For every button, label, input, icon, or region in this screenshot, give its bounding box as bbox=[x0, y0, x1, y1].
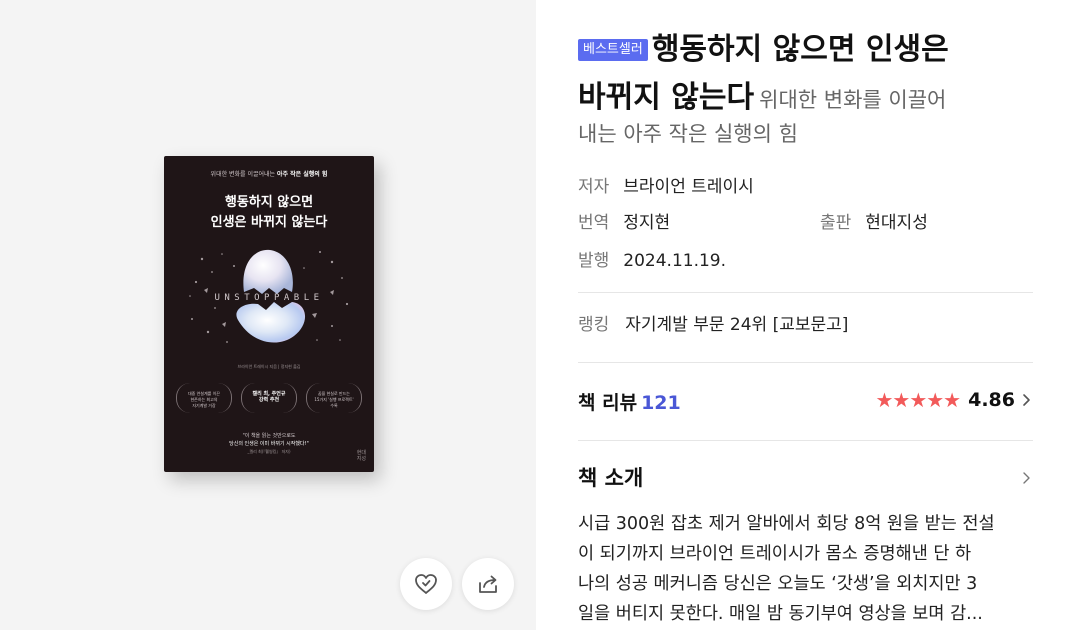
divider bbox=[578, 362, 1033, 363]
cover-badges: 대중 연설계를 이끈 현존하는 최고의 자기계발 거장 켈리 최, 주언규 강력 추천… bbox=[176, 383, 362, 413]
cover-badge: 켈리 최, 주언규 강력 추천 bbox=[241, 383, 297, 413]
cover-publisher-logo: 현대 지성 bbox=[356, 450, 366, 462]
review-row[interactable]: 책 리뷰 121 ★★★★★ 4.86 bbox=[578, 386, 1033, 418]
translator-row: 번역 정지현 bbox=[578, 211, 670, 235]
book-title-line2: 바뀌지 않는다 bbox=[578, 80, 755, 115]
translator-label: 번역 bbox=[578, 213, 610, 233]
cover-english-title: UNSTOPPABLE bbox=[214, 293, 324, 303]
ranking-label: 랭킹 bbox=[578, 315, 610, 335]
rating-score: 4.86 bbox=[968, 389, 1015, 411]
author-link[interactable]: 브라이언 트레이시 bbox=[623, 177, 754, 197]
intro-line: 시급 300원 잡초 제거 알바에서 회당 8억 원을 받는 전설 bbox=[578, 514, 995, 534]
author-row: 저자 브라이언 트레이시 bbox=[578, 175, 754, 199]
author-label: 저자 bbox=[578, 177, 610, 197]
publish-date-value: 2024.11.19. bbox=[623, 251, 727, 271]
divider bbox=[578, 292, 1033, 293]
star-rating-icon: ★★★★★ bbox=[875, 388, 961, 412]
intro-text[interactable]: 시급 300원 잡초 제거 알바에서 회당 8억 원을 받는 전설 이 되기까지… bbox=[578, 509, 1033, 629]
book-title-line1: 행동하지 않으면 인생은 bbox=[651, 32, 949, 67]
heart-icon bbox=[415, 574, 437, 594]
divider bbox=[578, 440, 1033, 441]
cover-title: 행동하지 않으면 인생은 바뀌지 않는다 bbox=[210, 195, 328, 230]
publisher-label: 출판 bbox=[820, 213, 852, 233]
rating-link[interactable]: ★★★★★ 4.86 bbox=[875, 388, 1033, 412]
cover-egg-top bbox=[243, 249, 293, 294]
chevron-right-icon[interactable] bbox=[1021, 468, 1033, 488]
cover-egg-bottom bbox=[236, 302, 306, 343]
publish-date-label: 발행 bbox=[578, 251, 610, 271]
book-subtitle-part2: 내는 아주 작은 실행의 힘 bbox=[578, 122, 798, 146]
cover-quote: "이 책을 읽는 것만으로도 당신의 인생은 이미 바뀌기 시작했다!" _켈리… bbox=[229, 433, 309, 454]
bestseller-badge: 베스트셀러 bbox=[578, 39, 648, 61]
cover-subtitle: 위대한 변화를 이끌어내는 아주 작은 실행의 힘 bbox=[210, 171, 328, 178]
ranking-row: 랭킹 자기계발 부문 24위 [교보문고] bbox=[578, 313, 848, 337]
cover-author-line: 브라이언 트레이시 지음 | 정지현 옮김 bbox=[237, 364, 301, 369]
book-info-panel: 베스트셀러 행동하지 않으면 인생은 바뀌지 않는다 위대한 변화를 이끌어 내는… bbox=[578, 0, 1033, 630]
book-cover-panel: 위대한 변화를 이끌어내는 아주 작은 실행의 힘 행동하지 않으면 인생은 바… bbox=[0, 0, 536, 630]
intro-line: 이 되기까지 브라이언 트레이시가 몸소 증명해낸 단 하 bbox=[578, 544, 972, 564]
publisher-row: 출판 현대지성 bbox=[820, 211, 928, 235]
review-count: 121 bbox=[641, 392, 681, 414]
share-button[interactable] bbox=[462, 558, 514, 610]
cover-badge: 대중 연설계를 이끈 현존하는 최고의 자기계발 거장 bbox=[176, 383, 232, 413]
share-icon bbox=[479, 575, 497, 593]
book-subtitle-part1: 위대한 변화를 이끌어 bbox=[759, 88, 947, 112]
chevron-right-icon bbox=[1023, 394, 1030, 406]
title-block: 베스트셀러 행동하지 않으면 인생은 바뀌지 않는다 위대한 변화를 이끌어 내는… bbox=[578, 26, 1033, 152]
intro-header[interactable]: 책 소개 bbox=[578, 462, 1033, 492]
publish-date-row: 발행 2024.11.19. bbox=[578, 249, 726, 273]
publisher-link[interactable]: 현대지성 bbox=[865, 213, 928, 233]
intro-line: 나의 성공 메커니즘 당신은 오늘도 ‘갓생’을 외치지만 3 bbox=[578, 574, 978, 594]
like-button[interactable] bbox=[400, 558, 452, 610]
book-cover-image[interactable]: 위대한 변화를 이끌어내는 아주 작은 실행의 힘 행동하지 않으면 인생은 바… bbox=[164, 156, 374, 472]
cover-badge: 꿈을 현실로 만드는 15가지 '실행 프로젝트' 수록 bbox=[306, 383, 362, 413]
review-title: 책 리뷰 121 bbox=[578, 392, 681, 414]
intro-line: 일을 버티지 못한다. 매일 밤 동기부여 영상을 보며 감... bbox=[578, 604, 983, 624]
translator-link[interactable]: 정지현 bbox=[623, 213, 670, 233]
intro-title: 책 소개 bbox=[578, 466, 644, 490]
ranking-value[interactable]: 자기계발 부문 24위 [교보문고] bbox=[625, 315, 848, 335]
